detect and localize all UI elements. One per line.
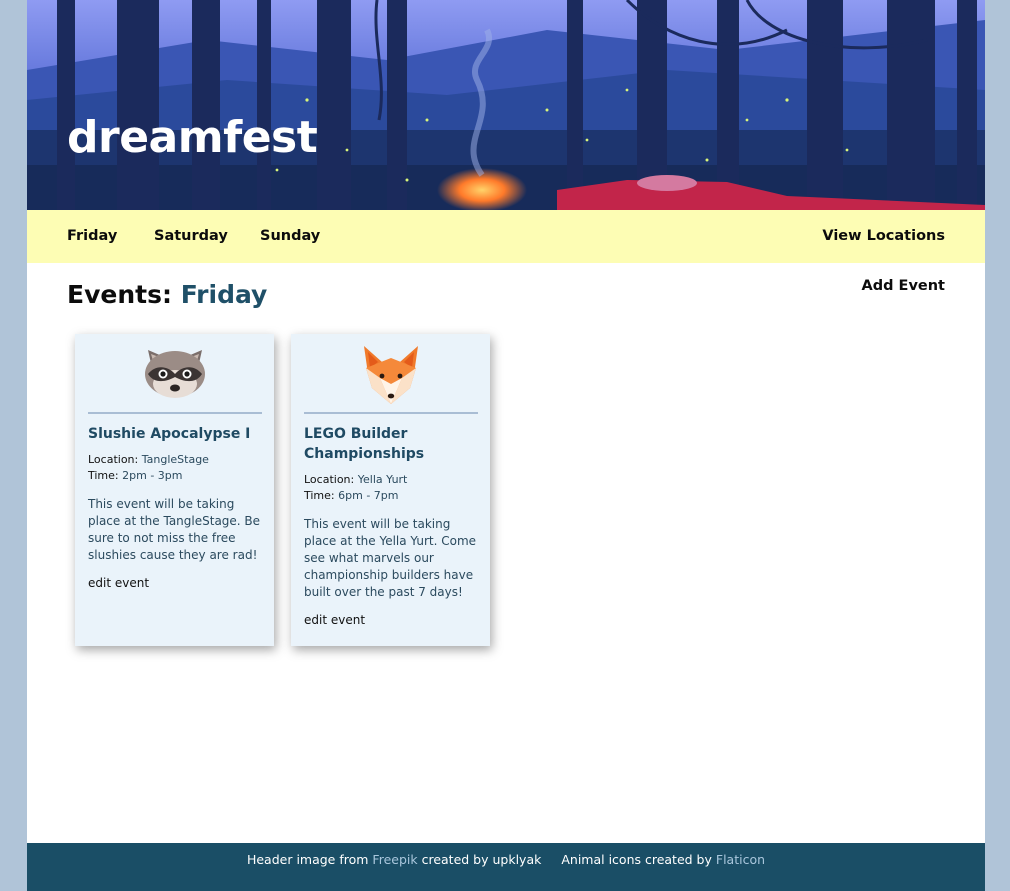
time-label: Time: bbox=[304, 489, 335, 502]
time-value: 6pm - 7pm bbox=[338, 489, 399, 502]
footer: Header image from Freepik created by upk… bbox=[27, 843, 985, 891]
day-nav: Friday Saturday Sunday View Locations bbox=[27, 210, 985, 263]
event-card: LEGO Builder Championships Location: Yel… bbox=[291, 334, 490, 646]
time-value: 2pm - 3pm bbox=[122, 469, 183, 482]
location-label: Location: bbox=[88, 453, 139, 466]
events-heading-prefix: Events: bbox=[67, 280, 172, 309]
event-title: LEGO Builder Championships bbox=[304, 426, 425, 462]
animal-icons-credit: Animal icons created by Flaticon bbox=[561, 843, 765, 877]
event-description: This event will be taking place at the Y… bbox=[304, 517, 477, 599]
event-location: Location: Yella Yurt bbox=[304, 472, 480, 488]
edit-event-link[interactable]: edit event bbox=[88, 576, 149, 590]
event-time: Time: 6pm - 7pm bbox=[304, 488, 480, 504]
nav-view-locations[interactable]: View Locations bbox=[822, 228, 945, 244]
location-value: Yella Yurt bbox=[357, 473, 408, 486]
location-label: Location: bbox=[304, 473, 355, 486]
fox-icon bbox=[291, 344, 490, 408]
card-divider bbox=[88, 412, 262, 414]
location-value: TangleStage bbox=[141, 453, 209, 466]
card-divider bbox=[304, 412, 478, 414]
event-card: Slushie Apocalypse I Location: TangleSta… bbox=[75, 334, 274, 646]
event-time: Time: 2pm - 3pm bbox=[88, 468, 264, 484]
events-heading-day: Friday bbox=[180, 280, 268, 309]
header-credit-suffix: created by upklyak bbox=[421, 852, 542, 867]
nav-friday[interactable]: Friday bbox=[67, 228, 117, 244]
page: dreamfest Friday Saturday Sunday View Lo… bbox=[27, 0, 985, 891]
event-title: Slushie Apocalypse I bbox=[88, 426, 251, 442]
icon-credit-prefix: Animal icons created by bbox=[561, 852, 712, 867]
add-event-link[interactable]: Add Event bbox=[862, 278, 945, 294]
nav-saturday[interactable]: Saturday bbox=[154, 228, 228, 244]
event-description: This event will be taking place at the T… bbox=[88, 497, 261, 562]
edit-event-link[interactable]: edit event bbox=[304, 613, 365, 627]
raccoon-icon bbox=[75, 344, 274, 408]
forest-campfire-illustration bbox=[27, 0, 985, 210]
nav-sunday[interactable]: Sunday bbox=[260, 228, 320, 244]
header-banner: dreamfest bbox=[27, 0, 985, 210]
header-image-credit: Header image from Freepik created by upk… bbox=[247, 843, 541, 877]
freepik-link[interactable]: Freepik bbox=[372, 852, 417, 867]
flaticon-link[interactable]: Flaticon bbox=[716, 852, 765, 867]
event-location: Location: TangleStage bbox=[88, 452, 264, 468]
header-credit-prefix: Header image from bbox=[246, 852, 369, 867]
events-heading: Events: Friday bbox=[67, 280, 267, 309]
time-label: Time: bbox=[88, 469, 119, 482]
site-title: dreamfest bbox=[67, 112, 318, 163]
